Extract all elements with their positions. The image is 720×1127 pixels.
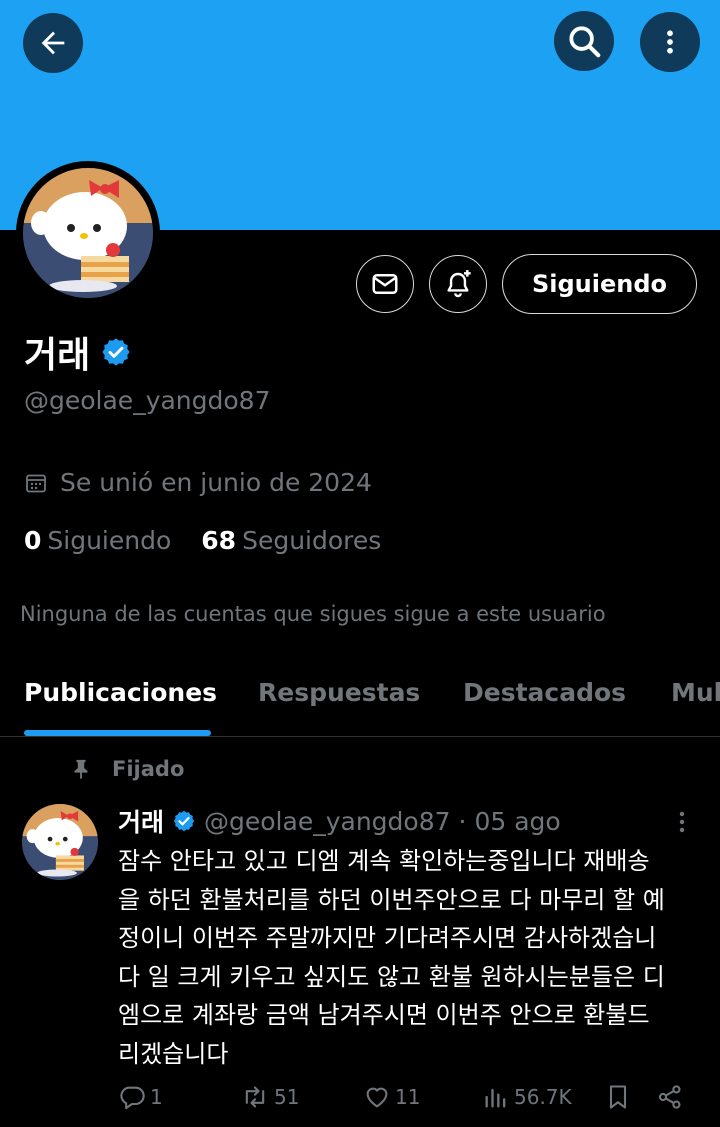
following-link[interactable]: 0 Siguiendo (24, 526, 171, 555)
post-text-line: 리겠습니다 (118, 1039, 229, 1068)
like-button[interactable]: 11 (363, 1083, 420, 1111)
mutuals-note: Ninguna de las cuentas que sigues sigue … (20, 602, 606, 626)
verified-badge-icon (173, 810, 195, 832)
join-date-text: Se unió en junio de 2024 (60, 468, 372, 497)
pin-icon (74, 759, 88, 780)
analytics-icon (485, 1088, 506, 1108)
repost-button[interactable]: 51 (240, 1083, 299, 1111)
post-avatar-image (22, 804, 98, 880)
share-button[interactable] (656, 1083, 684, 1111)
profile-name: 거래 (24, 335, 91, 376)
post-header: 거래 @geolae_yangdo87 · 05 ago (118, 803, 561, 839)
following-count: 0 (24, 526, 42, 555)
post-avatar[interactable] (22, 804, 98, 880)
tab-posts[interactable]: Publicaciones (24, 678, 217, 707)
following-button[interactable]: Siguiendo (502, 254, 697, 314)
pinned-text: Fijado (112, 757, 185, 781)
views-count: 56.7K (514, 1085, 572, 1109)
bookmark-button[interactable] (604, 1083, 632, 1111)
tab-highlights[interactable]: Destacados (463, 678, 626, 707)
reply-count: 1 (150, 1085, 163, 1109)
join-date: Se unió en junio de 2024 (24, 468, 372, 497)
notify-button[interactable] (429, 255, 487, 313)
message-button[interactable] (356, 255, 414, 313)
post-author-name[interactable]: 거래 (118, 803, 164, 839)
post-more-button[interactable] (672, 808, 692, 838)
following-label: Siguiendo (47, 526, 172, 555)
post-date[interactable]: 05 ago (474, 807, 560, 836)
share-icon (658, 1085, 681, 1109)
heart-icon (366, 1087, 388, 1108)
post-text: 잠수 안타고 있고 디엠 계속 확인하는중입니다 재배송 을 하던 환불처리를 … (118, 842, 708, 1073)
bell-plus-icon (447, 270, 471, 298)
repost-count: 51 (274, 1085, 300, 1109)
mail-icon (372, 274, 398, 294)
followers-count: 68 (201, 526, 237, 555)
profile-tabs: Publicaciones Respuestas Destacados Mul (0, 662, 720, 737)
more-button[interactable] (640, 12, 700, 72)
post-text-line: 다 일 크게 키우고 싶지도 않고 환불 원하시는분들은 디 (118, 962, 665, 991)
more-vertical-icon (679, 811, 685, 833)
followers-label: Seguidores (242, 526, 382, 555)
repost-icon (245, 1086, 265, 1108)
post-author-handle[interactable]: @geolae_yangdo87 (204, 807, 451, 836)
tab-media[interactable]: Mul (671, 678, 720, 707)
bookmark-icon (609, 1085, 627, 1109)
calendar-icon (26, 474, 46, 492)
avatar-image (23, 168, 153, 298)
post-text-line: 정이니 이번주 주말까지만 기다려주시면 감사하겠습니 (118, 924, 657, 952)
search-button[interactable] (554, 11, 614, 71)
back-button[interactable] (23, 13, 83, 73)
reply-icon (120, 1086, 145, 1110)
more-vertical-icon (667, 30, 673, 54)
arrow-left-icon (41, 31, 65, 55)
views-button[interactable]: 56.7K (482, 1083, 572, 1111)
post-separator: · (458, 806, 467, 836)
post-text-line: 을 하던 환불처리를 하던 이번주안으로 다 마무리 할 예 (118, 885, 665, 914)
search-icon (569, 26, 601, 58)
follow-stats: 0 Siguiendo 68 Seguidores (24, 526, 381, 555)
post-actions: 1 51 11 56.7K (0, 1083, 720, 1115)
pinned-label: Fijado (70, 756, 184, 782)
profile-avatar[interactable] (16, 161, 160, 305)
tab-replies[interactable]: Respuestas (258, 678, 420, 707)
reply-button[interactable]: 1 (118, 1083, 163, 1111)
post-text-line: 잠수 안타고 있고 디엠 계속 확인하는중입니다 재배송 (118, 847, 650, 875)
post-text-line: 엠으로 계좌랑 금액 남겨주시면 이번주 안으로 환불드 (118, 1001, 650, 1029)
profile-name-row: 거래 (24, 326, 132, 378)
verified-badge-icon (102, 338, 130, 366)
followers-link[interactable]: 68 Seguidores (201, 526, 381, 555)
like-count: 11 (395, 1085, 421, 1109)
active-tab-indicator (24, 730, 211, 736)
profile-handle: @geolae_yangdo87 (24, 386, 271, 415)
